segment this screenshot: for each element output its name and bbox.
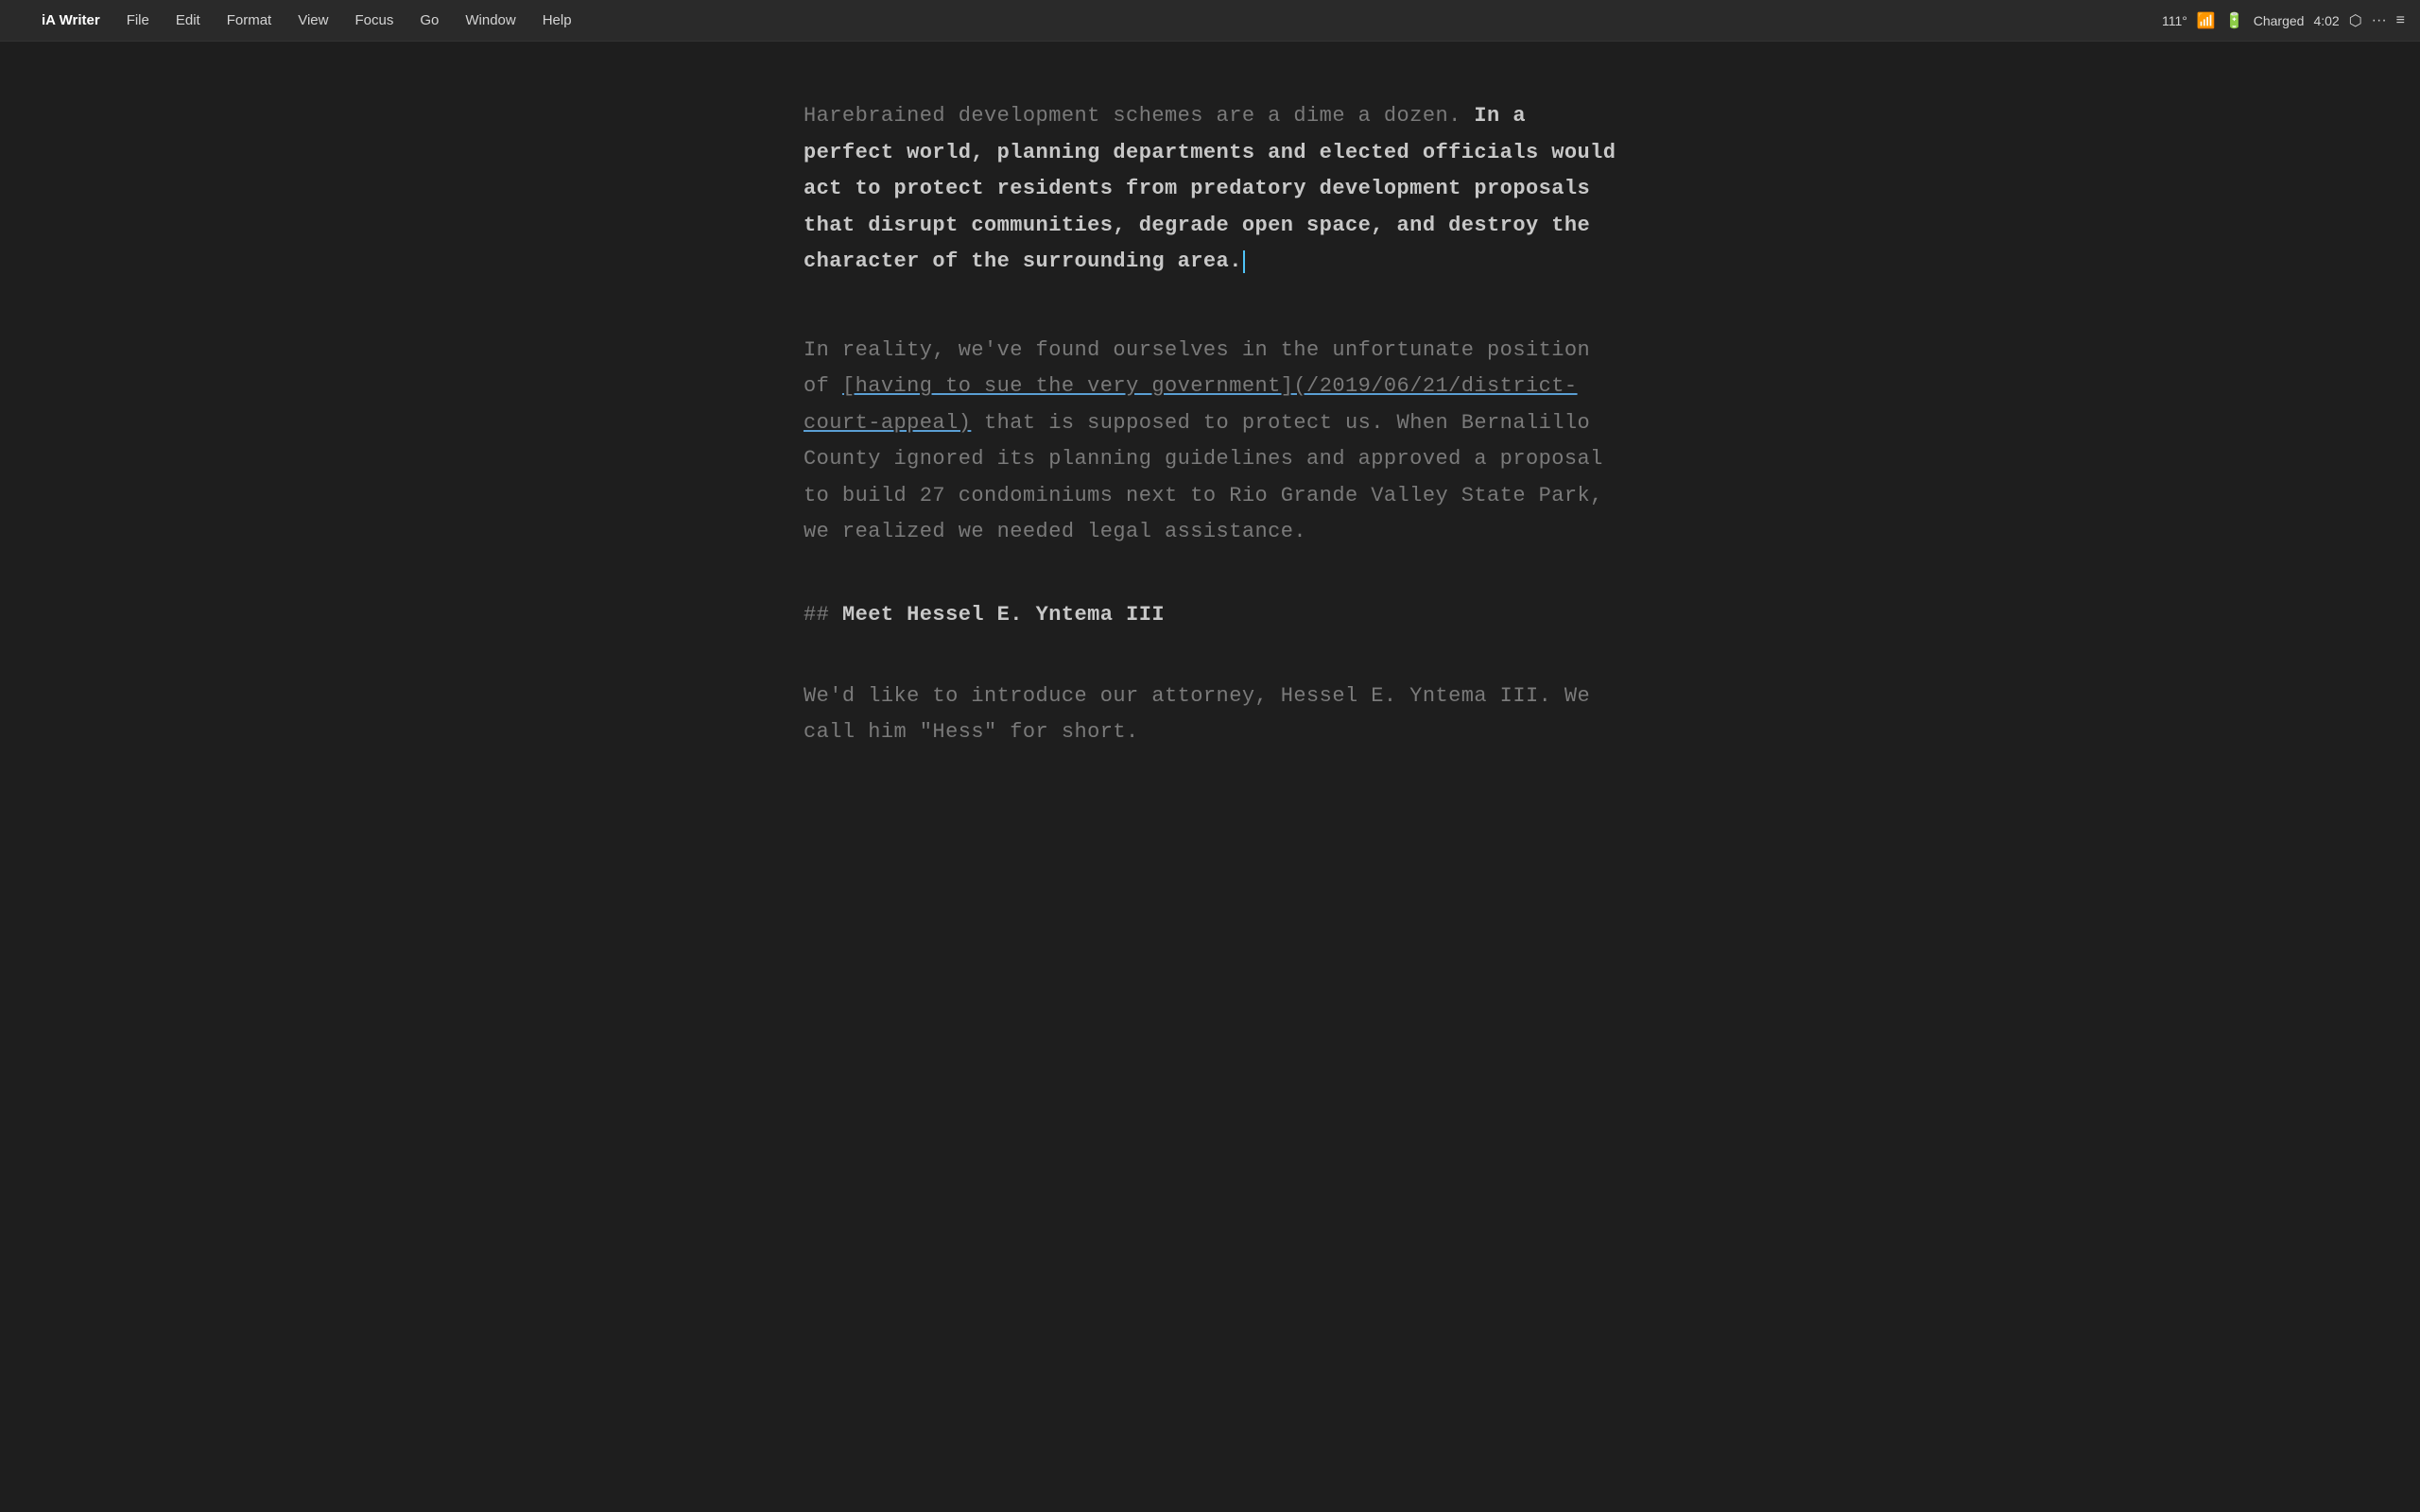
- content-area: Harebrained development schemes are a di…: [0, 42, 2420, 1512]
- menubar: iA Writer File Edit Format View Focus Go…: [0, 0, 2420, 42]
- clock: 4:02: [2313, 13, 2339, 28]
- menu-view[interactable]: View: [286, 9, 339, 32]
- heading-title: Meet Hessel E. Yntema III: [842, 603, 1165, 627]
- menu-go[interactable]: Go: [408, 9, 450, 32]
- battery-label: Charged: [2254, 13, 2305, 28]
- para1-normal-text: Harebrained development schemes are a di…: [804, 104, 1474, 128]
- para1-bold-text: In a perfect world, planning departments…: [804, 104, 1616, 273]
- para3-text: We'd like to introduce our attorney, Hes…: [804, 684, 1590, 745]
- menu-file[interactable]: File: [115, 9, 161, 32]
- paragraph-1: Harebrained development schemes are a di…: [804, 98, 1616, 281]
- menu-app-name[interactable]: iA Writer: [30, 9, 112, 32]
- battery-icon: 🔋: [2225, 11, 2244, 30]
- heading-hash: ##: [804, 603, 842, 627]
- menu-edit[interactable]: Edit: [164, 9, 212, 32]
- menubar-right: 111° 📶 🔋 Charged 4:02 ⬡ ··· ≡: [2162, 11, 2405, 30]
- menu-focus[interactable]: Focus: [343, 9, 405, 32]
- paragraph-3: We'd like to introduce our attorney, Hes…: [804, 679, 1616, 751]
- temperature-status: 111°: [2162, 13, 2187, 28]
- more-icon[interactable]: ···: [2372, 12, 2387, 29]
- wifi-icon: 📶: [2197, 11, 2216, 30]
- heading-1: ## Meet Hessel E. Yntema III: [804, 603, 1616, 627]
- bluetooth-icon: ⬡: [2349, 11, 2362, 30]
- menu-format[interactable]: Format: [216, 9, 284, 32]
- menubar-left: iA Writer File Edit Format View Focus Go…: [15, 9, 2162, 32]
- text-cursor: [1243, 250, 1245, 273]
- menu-help[interactable]: Help: [531, 9, 583, 32]
- menu-icon[interactable]: ≡: [2396, 12, 2405, 29]
- paragraph-2: In reality, we've found ourselves in the…: [804, 333, 1616, 551]
- menu-window[interactable]: Window: [454, 9, 527, 32]
- editor[interactable]: Harebrained development schemes are a di…: [785, 98, 1635, 1512]
